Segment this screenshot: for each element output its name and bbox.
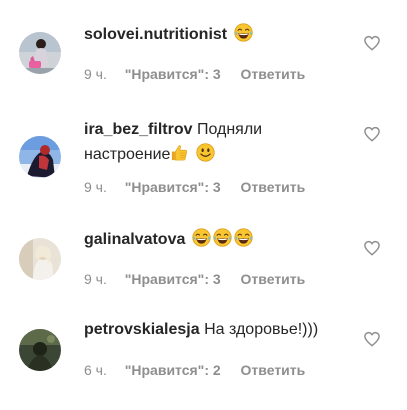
comment-text: ira_bez_filtrov Подняли настроение — [84, 117, 354, 167]
comment-item: galinalvatova 9 ч. "Нравится": 3 Ответит… — [0, 210, 407, 310]
laughing-crying-emoji-icon — [234, 23, 253, 42]
username[interactable]: petrovskialesja — [84, 321, 200, 338]
comment-meta: 6 ч. "Нравится": 2 Ответить — [84, 362, 305, 378]
comment-text: galinalvatova — [84, 227, 354, 252]
comment-time: 9 ч. — [84, 179, 107, 195]
comment-meta: 9 ч. "Нравится": 3 Ответить — [84, 271, 305, 287]
reply-button[interactable]: Ответить — [241, 66, 306, 82]
comment-meta: 9 ч. "Нравится": 3 Ответить — [84, 66, 305, 82]
comment-time: 6 ч. — [84, 362, 107, 378]
avatar[interactable] — [19, 136, 61, 178]
username[interactable]: solovei.nutritionist — [84, 26, 227, 43]
comment-body-continued: настроение — [84, 146, 171, 163]
likes-count[interactable]: "Нравится": 3 — [125, 271, 221, 287]
heart-outline-icon[interactable] — [363, 240, 381, 256]
likes-count[interactable]: "Нравится": 2 — [125, 362, 221, 378]
heart-outline-icon[interactable] — [363, 35, 381, 51]
comment-item: ira_bez_filtrov Подняли настроение 9 ч. … — [0, 100, 407, 210]
comment-time: 9 ч. — [84, 271, 107, 287]
comment-item: solovei.nutritionist 9 ч. "Нравится": 3 … — [0, 0, 407, 100]
comment-item: petrovskialesja На здоровье!))) 6 ч. "Нр… — [0, 310, 407, 410]
username[interactable]: ira_bez_filtrov — [84, 121, 192, 138]
comment-meta: 9 ч. "Нравится": 3 Ответить — [84, 179, 305, 195]
likes-count[interactable]: "Нравится": 3 — [125, 66, 221, 82]
reply-button[interactable]: Ответить — [241, 362, 306, 378]
smiling-face-emoji-icon — [196, 143, 215, 162]
comment-text: petrovskialesja На здоровье!))) — [84, 317, 354, 342]
reply-button[interactable]: Ответить — [241, 179, 306, 195]
avatar[interactable] — [19, 329, 61, 371]
avatar[interactable] — [19, 238, 61, 280]
laughing-crying-emoji-icon — [234, 228, 253, 247]
comment-body: На здоровье!))) — [204, 321, 319, 338]
username[interactable]: galinalvatova — [84, 231, 185, 248]
likes-count[interactable]: "Нравится": 3 — [125, 179, 221, 195]
reply-button[interactable]: Ответить — [241, 271, 306, 287]
comment-time: 9 ч. — [84, 66, 107, 82]
laughing-crying-emoji-icon — [213, 228, 232, 247]
heart-outline-icon[interactable] — [363, 126, 381, 142]
thumbs-up-emoji-icon — [170, 143, 189, 162]
comment-body: Подняли — [196, 121, 263, 138]
laughing-crying-emoji-icon — [192, 228, 211, 247]
heart-outline-icon[interactable] — [363, 331, 381, 347]
comment-text: solovei.nutritionist — [84, 22, 354, 47]
avatar[interactable] — [19, 32, 61, 74]
